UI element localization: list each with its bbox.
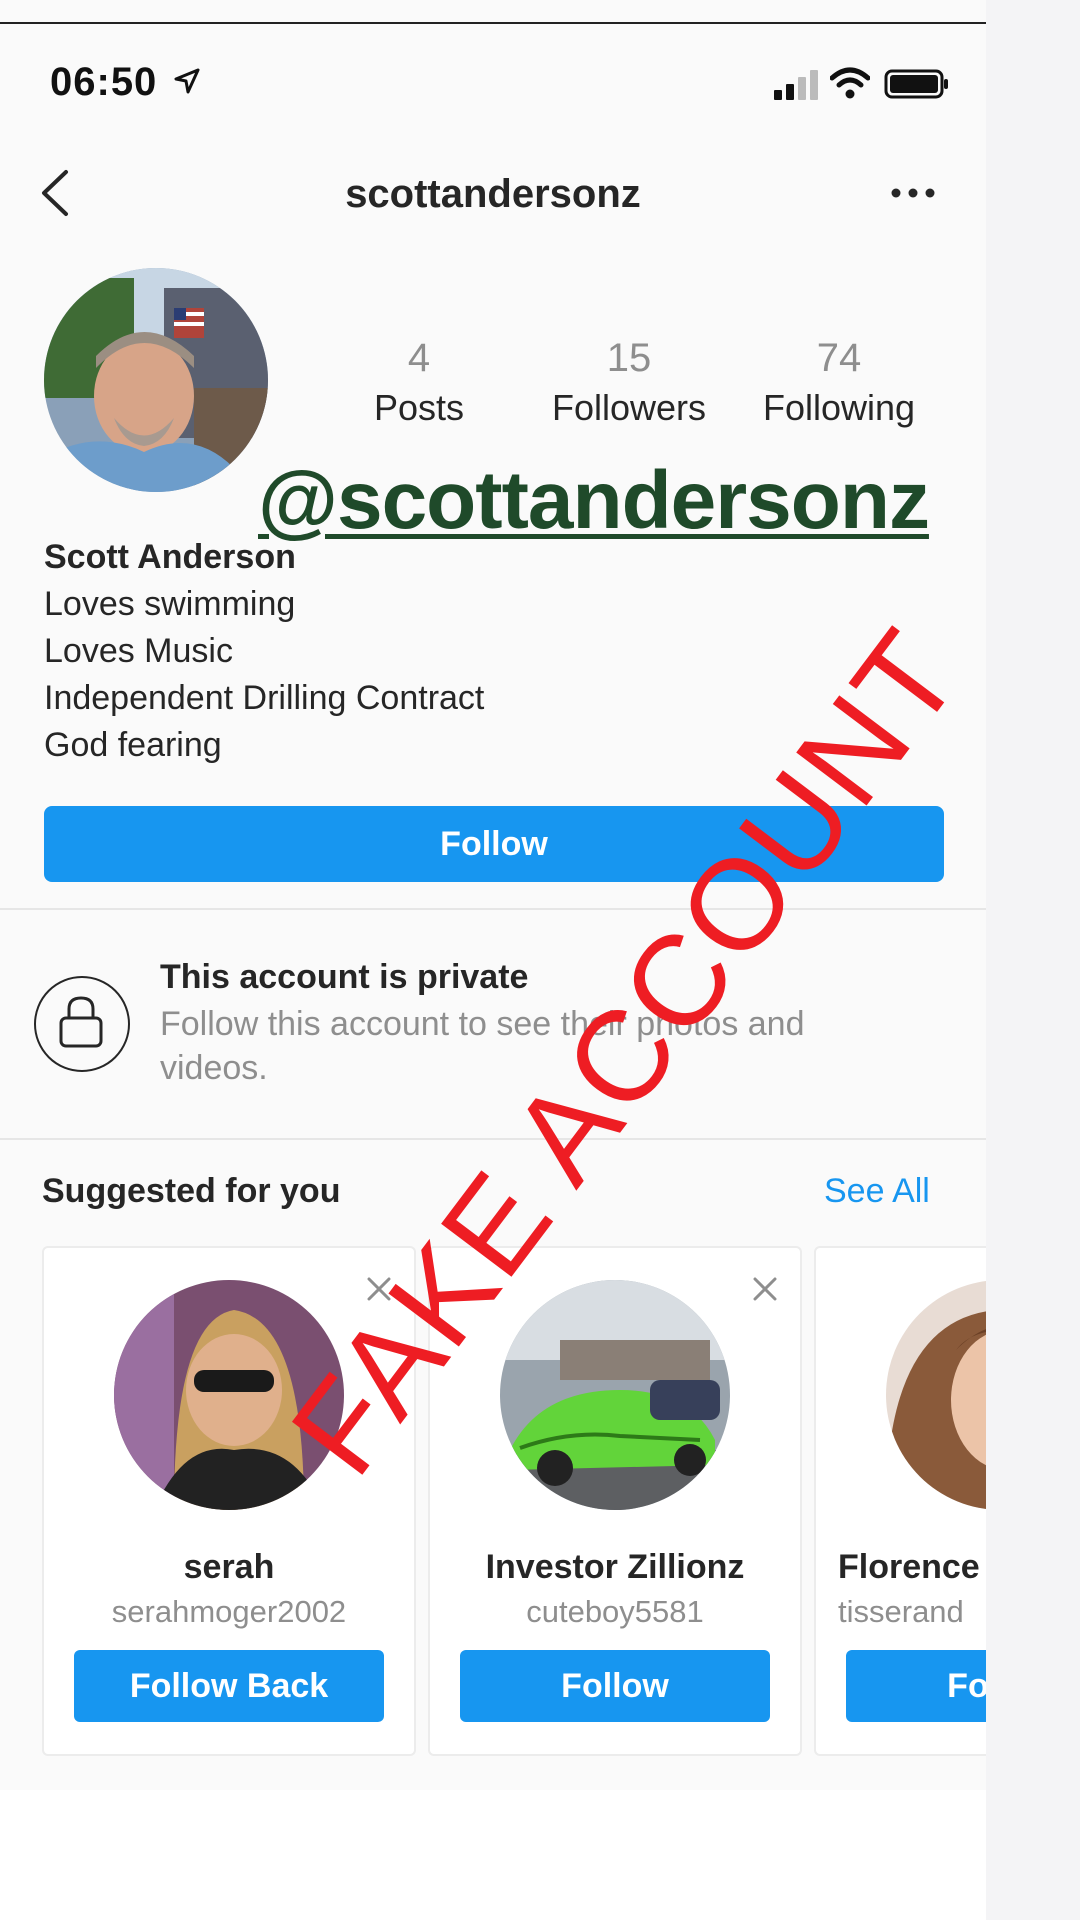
bio-line: God fearing [44, 726, 222, 764]
private-account-subtitle: Follow this account to see their photos … [160, 1005, 805, 1087]
suggested-avatar[interactable] [886, 1280, 986, 1510]
bio-line: Independent Drilling Contract [44, 679, 485, 717]
suggested-title: Suggested for you [42, 1172, 341, 1210]
bio-line: Loves Music [44, 632, 233, 670]
overlay-handle-text: @scottandersonz [258, 454, 930, 548]
top-divider [0, 22, 986, 24]
see-all-link[interactable]: See All [824, 1172, 930, 1211]
stat-followers[interactable]: 15 Followers [544, 336, 714, 429]
profile-avatar[interactable] [44, 268, 268, 492]
wifi-icon [830, 67, 870, 99]
suggested-handle: tisserand [838, 1594, 964, 1629]
lock-icon [59, 996, 103, 1048]
suggested-handle: cuteboy5581 [526, 1594, 704, 1629]
cellular-signal-icon [774, 70, 818, 100]
suggested-avatar[interactable] [500, 1280, 730, 1510]
section-divider [0, 908, 986, 910]
dismiss-close-icon[interactable] [752, 1276, 778, 1302]
suggested-card[interactable]: Florence tisserand Follow [814, 1246, 986, 1756]
profile-username-title: scottandersonz [345, 172, 641, 216]
status-time: 06:50 [50, 60, 158, 104]
stat-posts[interactable]: 4 Posts [334, 336, 504, 429]
private-lock-badge [34, 976, 130, 1072]
battery-icon [884, 69, 948, 99]
private-account-title: This account is private [160, 958, 529, 996]
suggested-name: Investor Zillionz [485, 1548, 745, 1586]
stat-posts-count: 4 [407, 336, 431, 380]
location-arrow-icon [174, 68, 200, 94]
stat-following-label: Following [762, 387, 916, 428]
more-options-icon[interactable] [888, 186, 938, 200]
overlay-handle-label: @scottandersonz [258, 455, 930, 546]
stat-followers-count: 15 [606, 336, 652, 380]
follow-back-button[interactable]: Follow Back [74, 1650, 384, 1722]
follow-button[interactable]: Follow [846, 1650, 986, 1722]
stat-posts-label: Posts [373, 387, 465, 428]
bottom-blank-area [0, 1790, 986, 1920]
instagram-profile-screen: 06:50 scottandersonz 4 Posts 15 Follower… [0, 0, 986, 1920]
suggested-name: serah [183, 1548, 275, 1586]
suggested-handle: serahmoger2002 [111, 1594, 347, 1629]
stat-following[interactable]: 74 Following [754, 336, 924, 429]
stat-followers-label: Followers [551, 387, 707, 428]
bio-line: Loves swimming [44, 585, 296, 623]
suggested-name: Florence [838, 1548, 980, 1586]
stat-following-count: 74 [816, 336, 862, 380]
follow-button[interactable]: Follow [460, 1650, 770, 1722]
